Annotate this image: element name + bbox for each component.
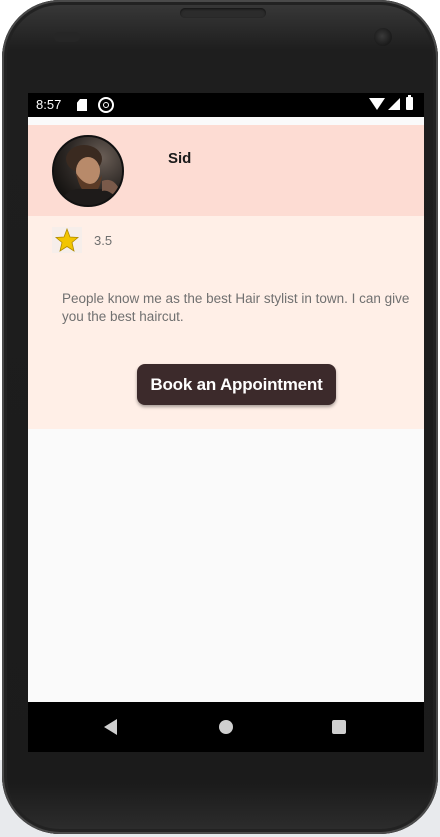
back-icon[interactable] xyxy=(104,719,117,735)
front-camera-icon xyxy=(374,28,392,46)
app-content: Sid 3.5 People know me as the best Hair … xyxy=(28,117,424,702)
app-top-spacer xyxy=(28,117,424,125)
earpiece-speaker xyxy=(180,8,266,18)
rating-value: 3.5 xyxy=(94,233,113,248)
battery-icon xyxy=(406,95,413,110)
status-time: 8:57 xyxy=(36,97,62,112)
rating-star-icon xyxy=(54,227,80,252)
stylist-detail-card: 3.5 People know me as the best Hair styl… xyxy=(28,216,424,429)
recents-icon[interactable] xyxy=(332,720,346,734)
stylist-name: Sid xyxy=(168,150,192,167)
navigation-bar xyxy=(28,702,424,752)
home-icon[interactable] xyxy=(219,720,233,734)
sd-card-icon xyxy=(77,99,87,111)
device-screen: 8:57 Sid 3.5 People know me as the best … xyxy=(28,93,424,752)
avatar[interactable] xyxy=(52,135,124,207)
stylist-header-card: Sid xyxy=(28,125,424,216)
status-bar: 8:57 xyxy=(28,93,424,117)
signal-icon xyxy=(388,98,400,110)
phone-frame: 8:57 Sid 3.5 People know me as the best … xyxy=(2,0,438,834)
wifi-icon xyxy=(369,98,385,110)
proximity-sensor xyxy=(54,32,80,42)
stylist-bio: People know me as the best Hair stylist … xyxy=(62,291,410,324)
book-appointment-button[interactable]: Book an Appointment xyxy=(137,364,336,405)
sync-icon xyxy=(98,97,114,113)
avatar-photo-icon xyxy=(54,137,122,205)
star-icon xyxy=(52,227,82,253)
